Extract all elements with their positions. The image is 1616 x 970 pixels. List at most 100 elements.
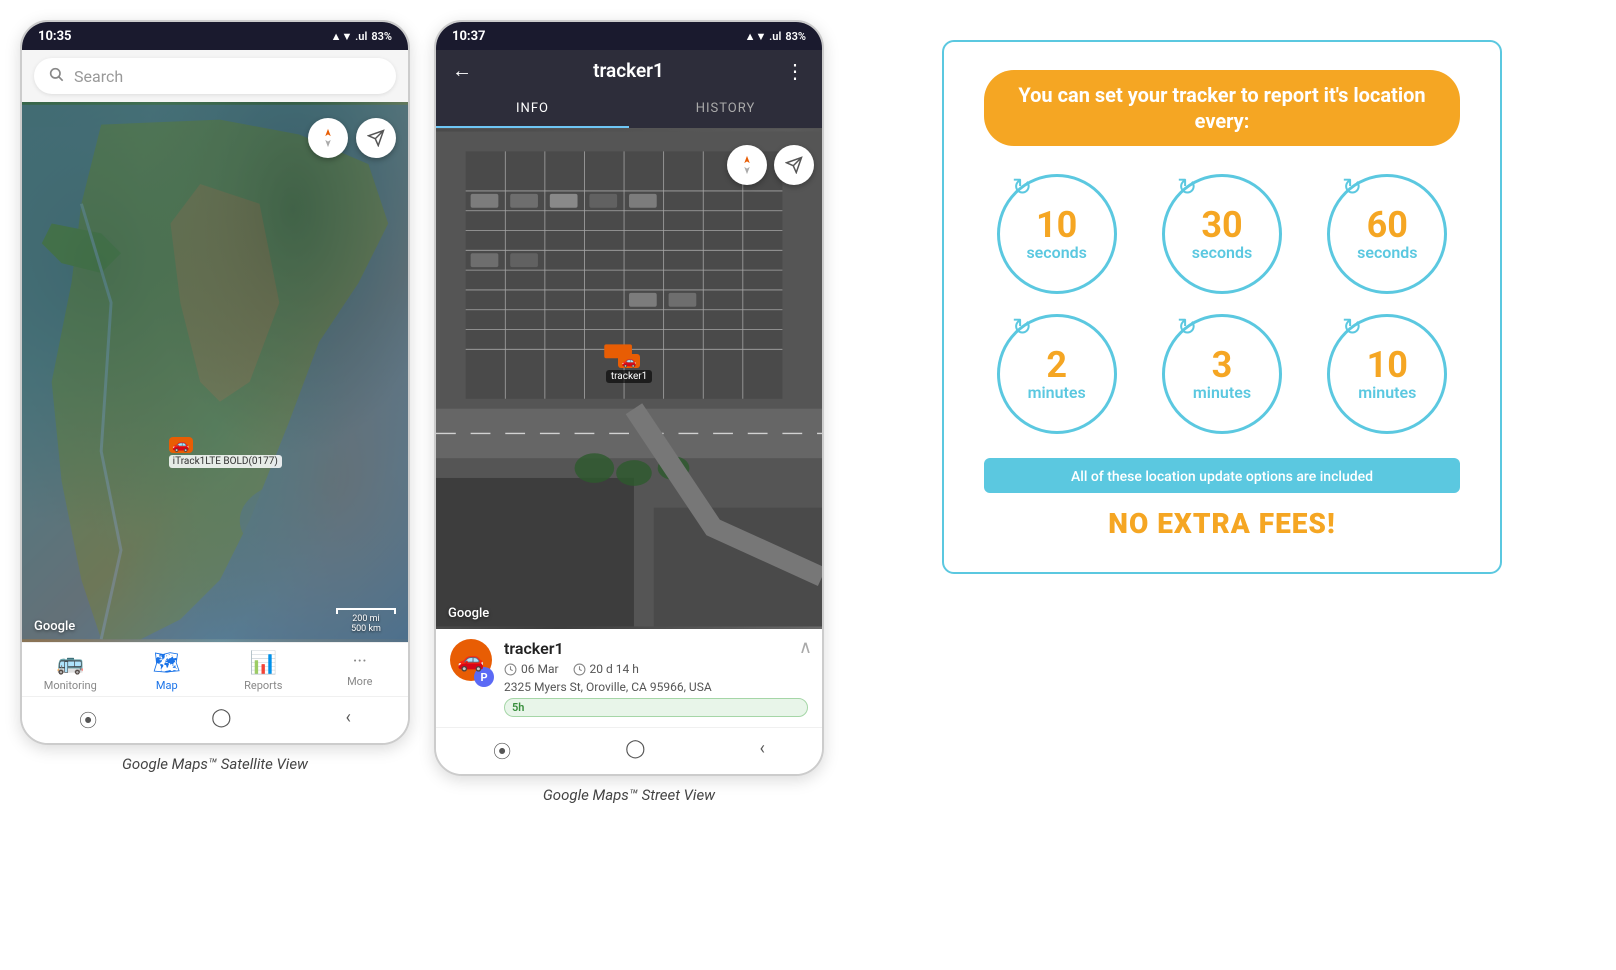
scale-200mi: 200 mi (352, 614, 380, 624)
continent-svg (22, 102, 408, 642)
tab-history[interactable]: HISTORY (629, 91, 822, 128)
sys-menu-btn2[interactable]: ⦿ (493, 738, 511, 764)
tracker-map2-label: tracker1 (606, 370, 652, 383)
tracker-duration: 20 d 14 h (590, 662, 639, 676)
satellite-map-bg (22, 102, 408, 642)
tracker-date: 06 Mar (521, 662, 559, 676)
circle-60s-number: 60 (1367, 207, 1408, 243)
compass-button[interactable] (308, 118, 348, 158)
right-panel: You can set your tracker to report it's … (848, 20, 1596, 594)
interval-10s: 10 seconds (984, 174, 1129, 294)
phone2-map[interactable]: 🚗 tracker1 Google (436, 129, 822, 629)
menu-dots-button[interactable]: ⋮ (785, 59, 806, 83)
sys-back-btn2[interactable]: ‹ (760, 738, 765, 764)
circle-60s-unit: seconds (1357, 243, 1417, 262)
phone2-mockup: 10:37 ▲▼ .ul 83% ← tracker1 ⋮ INFO HISTO… (434, 20, 824, 776)
phone2-header: ← tracker1 ⋮ (436, 50, 822, 91)
circle-10s: 10 seconds (997, 174, 1117, 294)
monitoring-icon: 🚌 (57, 651, 84, 676)
sys-home-btn2[interactable]: ◯ (625, 738, 645, 764)
scale-500km: 500 km (351, 624, 381, 634)
tracker-avatar-wrap: 🚗 P (450, 639, 494, 687)
battery-icon: 83% (371, 30, 392, 43)
search-bar[interactable]: Search (34, 58, 396, 94)
promo-card: You can set your tracker to report it's … (942, 40, 1502, 574)
back-button[interactable]: ← (452, 58, 472, 83)
tracker-pin: 🚗 iTrack1LTE BOLD(0177) (169, 437, 282, 468)
share-button2[interactable] (774, 145, 814, 185)
phone1-mockup: 10:35 ▲▼ .ul 83% Search (20, 20, 410, 745)
search-container: Search (22, 50, 408, 102)
sys-back-btn[interactable]: ‹ (346, 707, 351, 733)
interval-30s: 30 seconds (1149, 174, 1294, 294)
nav-more[interactable]: ··· More (330, 651, 390, 692)
phone1-map[interactable]: 🚗 iTrack1LTE BOLD(0177) Google 200 mi 50… (22, 102, 408, 642)
google-logo: Google (34, 619, 75, 634)
circle-3m-unit: minutes (1193, 383, 1251, 402)
main-container: 10:35 ▲▼ .ul 83% Search (20, 20, 1596, 808)
phone2-time: 10:37 (452, 29, 486, 44)
search-input-placeholder[interactable]: Search (74, 67, 123, 86)
time-badge: 5h (504, 698, 808, 717)
circle-2m-number: 2 (1046, 347, 1067, 383)
circle-30s-unit: seconds (1192, 243, 1252, 262)
tracker-info-content: tracker1 06 Mar 20 d 14 h 2325 Myers St,… (504, 639, 808, 717)
circle-10m-unit: minutes (1358, 383, 1416, 402)
phone1-status-icons: ▲▼ .ul 83% (331, 30, 392, 43)
search-icon (48, 66, 64, 86)
scale-bar: 200 mi 500 km (336, 608, 396, 634)
no-extra-fees: NO EXTRA FEES! (984, 507, 1460, 540)
circle-10s-unit: seconds (1026, 243, 1086, 262)
compass-button2[interactable] (727, 145, 767, 185)
meta-duration: 20 d 14 h (573, 662, 639, 676)
phone1-status-bar: 10:35 ▲▼ .ul 83% (22, 22, 408, 50)
more-icon: ··· (353, 651, 367, 672)
nav-map[interactable]: 🗺 Map (137, 651, 197, 692)
circle-3m-number: 3 (1212, 347, 1233, 383)
interval-2m: 2 minutes (984, 314, 1129, 434)
nav-reports-label: Reports (244, 679, 282, 692)
phone2-caption: Google Maps™ Street View (543, 776, 715, 808)
tracker-map-label: iTrack1LTE BOLD(0177) (169, 455, 282, 468)
phone2-status-icons: ▲▼ .ul 83% (745, 30, 806, 43)
circle-10m: 10 minutes (1327, 314, 1447, 434)
circle-2m: 2 minutes (997, 314, 1117, 434)
promo-title: You can set your tracker to report it's … (1012, 82, 1432, 134)
tab-info[interactable]: INFO (436, 91, 629, 128)
phone2-tabs: INFO HISTORY (436, 91, 822, 129)
sys-menu-btn[interactable]: ⦿ (79, 707, 97, 733)
circle-60s: 60 seconds (1327, 174, 1447, 294)
nav-reports[interactable]: 📊 Reports (233, 651, 293, 692)
map-icon: 🗺 (153, 651, 181, 676)
no-fees-text: All of these location update options are… (1071, 469, 1373, 485)
share-button[interactable] (356, 118, 396, 158)
tracker-car-icon: 🚗 (169, 437, 193, 453)
bottom-nav: 🚌 Monitoring 🗺 Map 📊 Reports ··· More (22, 642, 408, 696)
phone2-status-bar: 10:37 ▲▼ .ul 83% (436, 22, 822, 50)
interval-10m: 10 minutes (1315, 314, 1460, 434)
tracker-name: tracker1 (504, 639, 808, 658)
tracker-address: 2325 Myers St, Oroville, CA 95966, USA (504, 680, 808, 694)
circle-30s: 30 seconds (1162, 174, 1282, 294)
circle-2m-unit: minutes (1028, 383, 1086, 402)
circle-3m: 3 minutes (1162, 314, 1282, 434)
nav-monitoring[interactable]: 🚌 Monitoring (40, 651, 100, 692)
tracker-info-panel: 🚗 P tracker1 06 Mar 20 d 14 h (436, 629, 822, 727)
nav-monitoring-label: Monitoring (44, 679, 97, 692)
signal-icon2: ▲▼ .ul (745, 30, 782, 43)
tracker-car2-icon: 🚗 (618, 354, 640, 368)
collapse-button[interactable]: ∧ (799, 637, 812, 658)
phone1-system-nav: ⦿ ◯ ‹ (22, 696, 408, 743)
interval-3m: 3 minutes (1149, 314, 1294, 434)
tracker-icons-col: 🚗 P (450, 639, 494, 687)
tracker-pin2: 🚗 tracker1 (606, 354, 652, 383)
phone2-system-nav: ⦿ ◯ ‹ (436, 727, 822, 774)
circle-10s-number: 10 (1036, 207, 1077, 243)
meta-date: 06 Mar (504, 662, 559, 676)
circle-30s-number: 30 (1201, 207, 1242, 243)
nav-more-label: More (347, 675, 372, 688)
interval-grid: 10 seconds 30 seconds 60 seconds (984, 174, 1460, 434)
sys-home-btn[interactable]: ◯ (211, 707, 231, 733)
phone2-title: tracker1 (593, 59, 664, 82)
interval-60s: 60 seconds (1315, 174, 1460, 294)
